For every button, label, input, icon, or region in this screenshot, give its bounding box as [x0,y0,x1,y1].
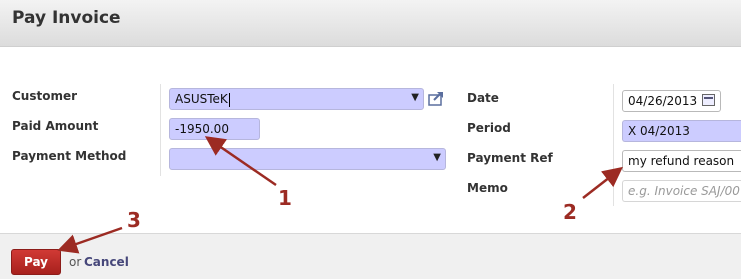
customer-label: Customer [12,89,78,103]
calendar-icon[interactable] [702,94,715,106]
paid-amount-input[interactable]: -1950.00 [169,118,260,140]
dialog-title: Pay Invoice [12,8,121,28]
date-label: Date [467,91,499,105]
annotation-number-2: 2 [563,200,577,224]
period-value: X 04/2013 [628,124,690,138]
paid-amount-label: Paid Amount [12,119,99,133]
date-input[interactable]: 04/26/2013 [622,90,721,112]
cancel-link[interactable]: Cancel [84,255,129,269]
period-label: Period [467,121,511,135]
customer-value: ASUSTeK [175,92,228,106]
dialog-header: Pay Invoice [0,0,741,47]
chevron-down-icon[interactable]: ▼ [433,152,441,163]
text-cursor [228,92,230,107]
payment-ref-value: my refund reason [628,154,735,168]
annotation-number-1: 1 [278,186,292,210]
chevron-down-icon[interactable]: ▼ [411,92,419,103]
column-divider-left [160,84,161,176]
date-value: 04/26/2013 [628,94,698,108]
paid-amount-value: -1950.00 [175,122,229,136]
pay-button[interactable]: Pay [11,249,61,275]
payment-ref-label: Payment Ref [467,151,553,165]
memo-placeholder: e.g. Invoice SAJ/00 [628,184,740,198]
customer-select[interactable]: ASUSTeK ▼ [169,88,424,110]
annotation-number-3: 3 [127,208,141,232]
memo-label: Memo [467,181,508,195]
column-divider-right [613,84,614,206]
or-text: or [69,255,82,269]
external-link-icon[interactable] [428,90,446,106]
payment-ref-input[interactable]: my refund reason [622,150,741,172]
payment-method-label: Payment Method [12,149,127,163]
payment-method-select[interactable]: ▼ [169,148,446,170]
memo-input[interactable]: e.g. Invoice SAJ/00 [622,180,741,202]
period-select[interactable]: X 04/2013 [622,120,741,142]
